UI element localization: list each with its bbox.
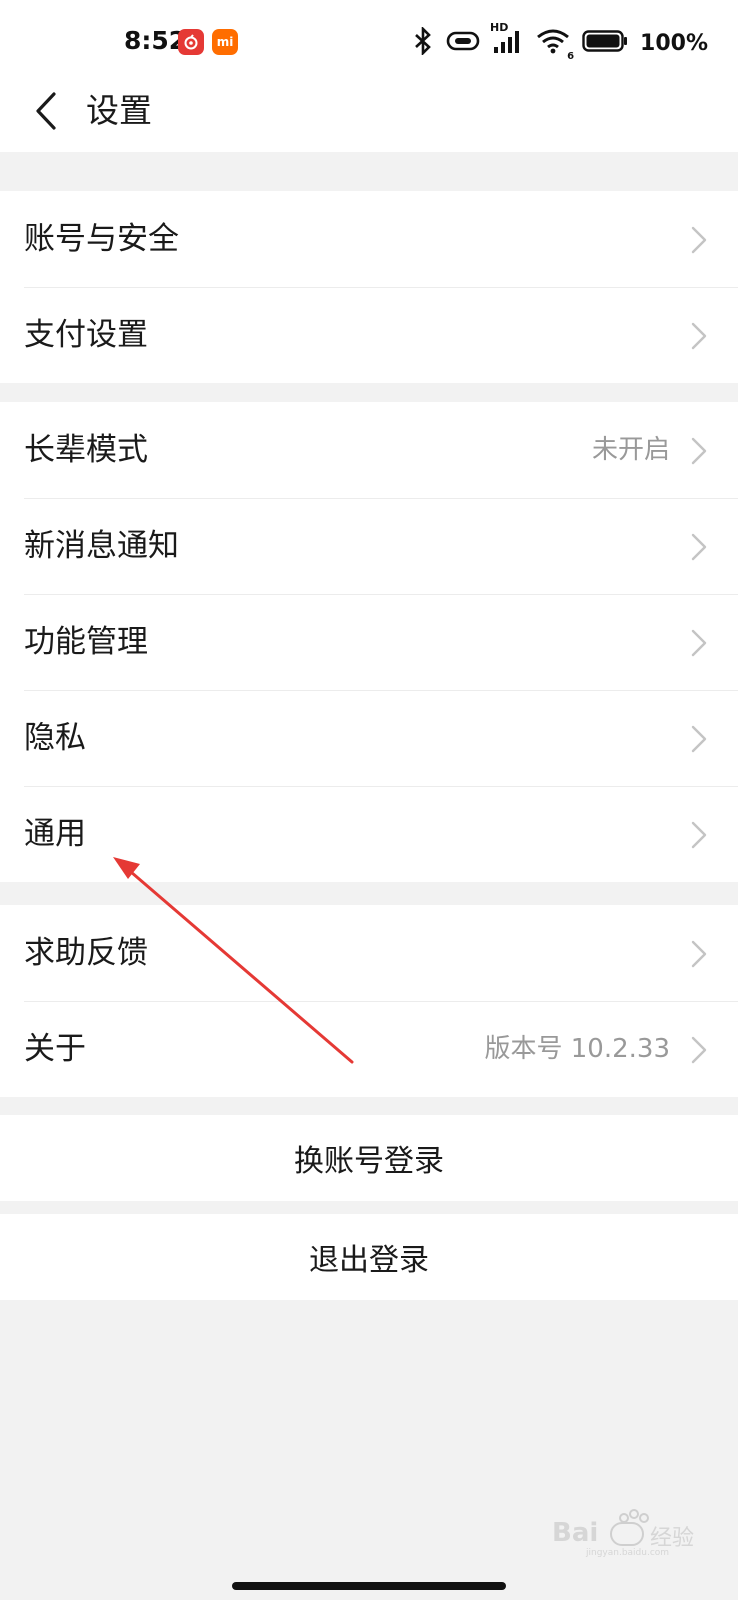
baidu-paw-icon	[610, 1522, 644, 1546]
battery-percentage: 100%	[640, 30, 708, 56]
baidu-jingyan-watermark: Bai 经验 jingyan.baidu.com	[552, 1504, 702, 1560]
watermark-url: jingyan.baidu.com	[586, 1548, 670, 1558]
settings-item-label: 通用	[24, 816, 86, 852]
chevron-right-icon	[691, 437, 707, 465]
network-type-label: HD	[490, 21, 509, 34]
netease-music-icon	[178, 29, 204, 55]
settings-item-value: 未开启	[591, 435, 670, 465]
settings-item-label: 账号与安全	[24, 221, 179, 257]
chevron-right-icon	[691, 226, 707, 254]
wifi-icon: 6	[536, 28, 574, 62]
settings-item-general[interactable]: 通用	[0, 786, 738, 882]
battery-icon	[582, 29, 628, 57]
mi-icon: mi	[212, 29, 238, 55]
settings-item-label: 支付设置	[24, 317, 148, 353]
status-icons: HD 6 100%	[412, 21, 708, 62]
settings-item-label: 功能管理	[24, 624, 148, 660]
settings-item-feature-management[interactable]: 功能管理	[0, 594, 738, 690]
chevron-right-icon	[691, 821, 707, 849]
back-icon[interactable]	[30, 88, 60, 134]
settings-item-feedback[interactable]: 求助反馈	[0, 905, 738, 1001]
settings-item-payment[interactable]: 支付设置	[0, 287, 738, 383]
version-number: 版本号 10.2.33	[484, 1034, 670, 1064]
status-time: 8:52	[124, 26, 187, 55]
settings-item-privacy[interactable]: 隐私	[0, 690, 738, 786]
bluetooth-icon	[412, 25, 434, 59]
settings-item-label: 长辈模式	[24, 432, 148, 468]
chevron-right-icon	[691, 725, 707, 753]
logout-button[interactable]: 退出登录	[0, 1214, 738, 1300]
link-icon	[446, 30, 480, 56]
settings-item-label: 隐私	[24, 720, 86, 756]
settings-item-elder-mode[interactable]: 长辈模式 未开启	[0, 402, 738, 498]
chevron-right-icon	[691, 322, 707, 350]
home-indicator	[232, 1582, 506, 1590]
settings-group-help: 求助反馈 关于 版本号 10.2.33	[0, 905, 738, 1097]
chevron-right-icon	[691, 629, 707, 657]
watermark-brand: Bai	[552, 1518, 599, 1548]
settings-item-account-security[interactable]: 账号与安全	[0, 191, 738, 287]
page-title: 设置	[86, 91, 152, 130]
navigation-bar: 设置	[0, 86, 738, 152]
settings-group-general: 长辈模式 未开启 新消息通知 功能管理 隐私 通用	[0, 402, 738, 882]
settings-item-label: 关于	[24, 1031, 86, 1067]
settings-item-label: 新消息通知	[24, 528, 179, 564]
chevron-right-icon	[691, 533, 707, 561]
cellular-signal-icon: HD	[490, 21, 524, 59]
status-bar: 8:52 mi HD 6 100%	[0, 0, 738, 86]
settings-item-about[interactable]: 关于 版本号 10.2.33	[0, 1001, 738, 1097]
wifi-version-label: 6	[567, 51, 575, 62]
settings-item-notifications[interactable]: 新消息通知	[0, 498, 738, 594]
chevron-right-icon	[691, 940, 707, 968]
settings-group-account: 账号与安全 支付设置	[0, 191, 738, 383]
settings-item-label: 求助反馈	[24, 935, 148, 971]
chevron-right-icon	[691, 1036, 707, 1064]
switch-account-button[interactable]: 换账号登录	[0, 1115, 738, 1201]
